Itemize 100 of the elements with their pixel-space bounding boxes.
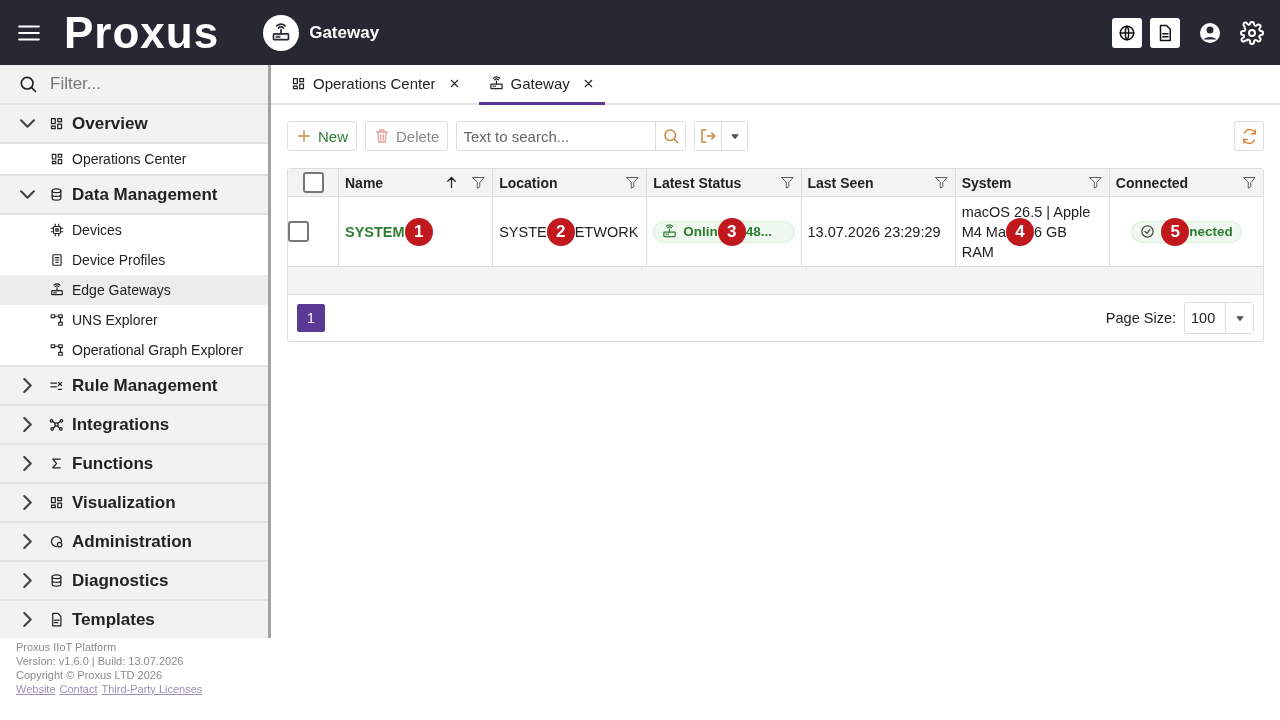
user-icon[interactable] [1198,20,1222,45]
group-label: Rule Management [72,375,218,396]
number-marker: 4 [1006,217,1034,246]
search-icon [661,127,680,145]
nodes-icon [49,417,64,432]
filter-icon[interactable] [1242,175,1257,190]
number-marker: 3 [717,217,746,246]
tab[interactable]: Operations Center [281,65,471,105]
select-all-checkbox[interactable] [302,172,324,193]
check-circle-icon [1140,224,1156,239]
item-label: Devices [72,222,122,238]
sidebar-item[interactable]: Device Profiles [0,245,268,275]
export-icon [699,127,718,145]
new-button[interactable]: New [287,121,357,151]
number-marker: 2 [546,217,575,246]
settings-icon[interactable] [1240,20,1264,45]
column-header[interactable]: Connected [1108,169,1263,196]
dashboard-icon [50,152,64,166]
name-link[interactable]: SYSTEM [345,221,405,242]
dashboard-icon [49,495,64,510]
group-label: Templates [72,609,155,630]
database-icon [49,187,64,202]
admin-icon [49,534,64,549]
row-checkbox[interactable] [288,221,309,242]
column-header[interactable]: System [954,169,1109,196]
sidebar-item[interactable]: Operations Center [0,144,268,174]
cell-text: ETWORK [574,222,639,242]
column-header[interactable]: Location [492,169,647,196]
sidebar-item[interactable]: Edge Gateways [0,275,268,305]
refresh-icon [1240,127,1258,145]
filter-icon[interactable] [933,175,949,190]
router-icon [271,22,292,43]
cell-text: nected [1189,222,1233,241]
header-label: Connected [1115,174,1190,191]
trash-icon [374,128,390,144]
group-label: Overview [72,113,148,134]
page-title: Gateway [309,22,380,43]
dashboard-icon [291,76,306,91]
footer-text: Proxus IIoT Platform [16,640,118,654]
router-icon [50,283,64,297]
cell-text: 6 GB [1034,222,1068,242]
group-label: Functions [72,453,154,474]
group-label: Administration [72,531,192,552]
header-label: Last Seen [807,174,875,191]
footer-text: Version: v1.6.0 | Build: 13.07.2026 [16,654,185,668]
footer-text: Copyright © Proxus LTD 2026 [16,668,164,682]
graph-icon [50,313,64,327]
graph-icon [50,343,64,357]
router-icon [662,224,678,239]
group-label: Integrations [72,414,170,435]
cell-text: Onlin [683,222,718,241]
item-label: Operational Graph Explorer [72,342,244,358]
search-button[interactable] [655,122,686,150]
page-size-select[interactable]: 100 [1184,302,1254,334]
item-label: Edge Gateways [72,282,171,298]
filter-field[interactable]: Filter... [48,73,248,95]
cell-text: SYSTE [499,222,547,242]
app-logo: Proxus [64,7,220,58]
sidebar-item[interactable]: UNS Explorer [0,305,268,335]
docs-button[interactable] [1150,17,1180,48]
database-icon [49,573,64,588]
sigma-icon [49,456,64,471]
sidebar-item[interactable]: Operational Graph Explorer [0,335,268,365]
column-header[interactable]: Name [338,169,493,196]
profile-icon [50,253,64,267]
header-label: Location [499,174,559,191]
search-field[interactable]: Text to search... [456,121,687,151]
cell-text: M4 Ma [961,222,1006,242]
refresh-button[interactable] [1234,121,1264,151]
file-icon [49,612,64,627]
header-label: Latest Status [653,174,743,191]
filter-icon[interactable] [1087,175,1103,190]
filter-icon[interactable] [471,175,487,190]
group-label: Visualization [72,492,176,513]
item-label: UNS Explorer [72,312,158,328]
plus-icon [296,128,312,144]
tab[interactable]: Gateway [478,65,605,105]
header-label: Name [345,174,385,191]
globe-icon [1118,23,1136,42]
chip-icon [50,223,64,237]
group-label: Diagnostics [72,570,169,591]
cell-text: 48... [745,222,773,241]
dashboard-icon [49,116,64,131]
filter-icon[interactable] [625,175,641,190]
search-icon [18,74,38,94]
router-icon [488,76,504,91]
item-label: Operations Center [72,151,187,167]
group-label: Data Management [72,184,218,205]
page-button[interactable]: 1 [297,304,325,332]
filter-icon[interactable] [779,175,795,190]
sidebar-item[interactable]: Devices [0,215,268,245]
language-button[interactable] [1112,17,1142,48]
dropdown-button[interactable] [721,122,748,150]
column-header[interactable]: Last Seen [800,169,955,196]
number-marker: 1 [404,217,433,246]
number-marker: 5 [1161,217,1190,246]
cell-text: 13.07.2026 23:29:29 [807,222,941,242]
item-label: Device Profiles [72,252,166,268]
header-label: System [961,174,1013,191]
column-header[interactable]: Latest Status [646,169,801,196]
